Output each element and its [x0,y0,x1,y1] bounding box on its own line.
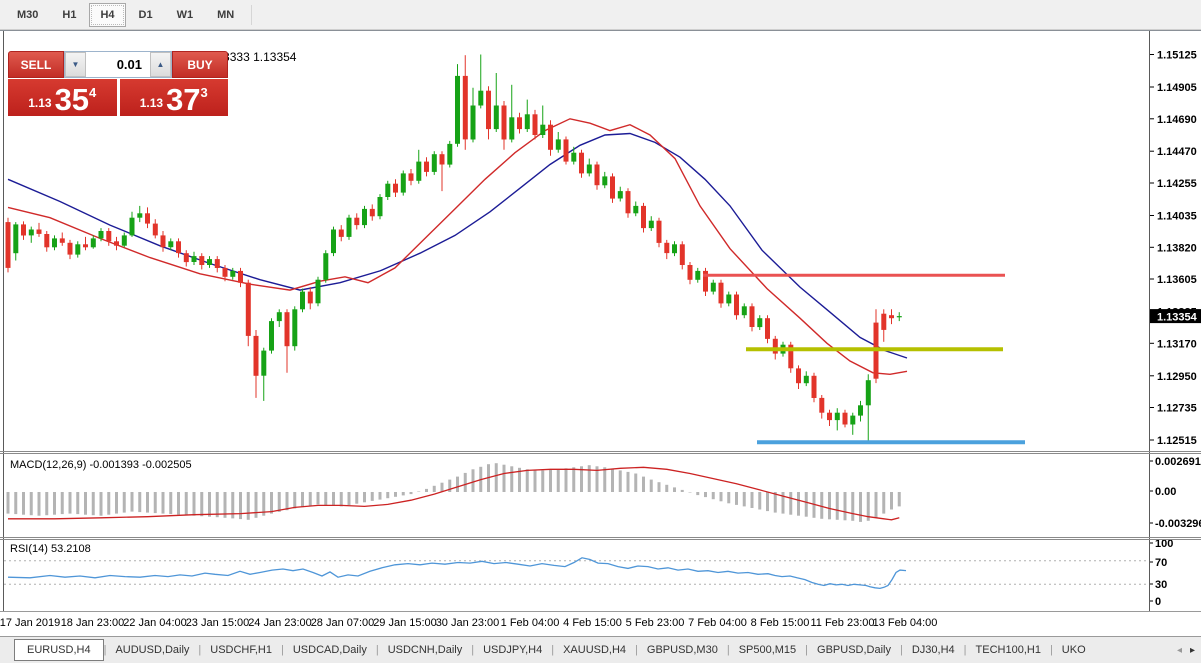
svg-text:70: 70 [1155,557,1167,569]
sell-price-sup: 4 [89,85,96,100]
chart-tab-tech100-h1[interactable]: TECH100,H1 [967,640,1050,660]
svg-text:1.15125: 1.15125 [1157,50,1197,62]
chart-tab-audusd-daily[interactable]: AUDUSD,Daily [106,640,198,660]
one-click-trade-widget: SELL ▼ ▲ BUY 1.13 35 4 1.13 37 3 [8,51,228,116]
svg-text:8 Feb 15:00: 8 Feb 15:00 [751,617,810,629]
price-axis: 1.15125 1.14905 1.14690 1.14470 1.14255 1.140… [1149,50,1201,447]
svg-text:4 Feb 15:00: 4 Feb 15:00 [563,617,622,629]
svg-text:1.14690: 1.14690 [1157,114,1197,126]
buy-price-sup: 3 [201,85,208,100]
tab-scroll-arrows: ◂ ▸ [1177,645,1195,656]
chart-tab-sp500-m15[interactable]: SP500,M15 [730,640,805,660]
svg-text:22 Jan 04:00: 22 Jan 04:00 [123,617,187,629]
lot-increase-button[interactable]: ▲ [150,52,171,77]
rsi-line [8,558,906,589]
chart-tab-gbpusd-m30[interactable]: GBPUSD,M30 [638,640,727,660]
time-axis-border [0,611,1201,612]
macd-indicator-label: MACD(12,26,9) -0.001393 -0.002505 [10,459,192,471]
chart-tab-usdcnh-daily[interactable]: USDCNH,Daily [379,640,472,660]
scroll-left-icon[interactable]: ◂ [1177,645,1182,656]
chart-tab-uko[interactable]: UKO [1053,640,1095,660]
chart-tab-usdjpy-h4[interactable]: USDJPY,H4 [474,640,551,660]
lot-size-input[interactable] [86,52,150,77]
chart-tab-gbpusd-daily[interactable]: GBPUSD,Daily [808,640,900,660]
chevron-down-icon: ▼ [72,60,80,69]
svg-text:30: 30 [1155,579,1167,591]
panel-separator[interactable] [0,451,1201,452]
svg-text:1.13820: 1.13820 [1157,242,1197,254]
panel-separator[interactable] [0,453,1201,454]
chart-tab-eurusd-h4[interactable]: EURUSD,H4 [14,639,104,661]
svg-text:1.12950: 1.12950 [1157,371,1197,383]
svg-text:0.002691: 0.002691 [1155,456,1201,468]
svg-text:1.14255: 1.14255 [1157,178,1197,190]
svg-text:1.13605: 1.13605 [1157,274,1197,286]
chevron-up-icon: ▲ [157,60,165,69]
svg-text:28 Jan 07:00: 28 Jan 07:00 [311,617,375,629]
svg-text:-0.003296: -0.003296 [1155,518,1201,530]
macd-signal-line [8,467,899,520]
svg-text:29 Jan 15:00: 29 Jan 15:00 [373,617,437,629]
svg-text:0.00: 0.00 [1155,486,1176,498]
sell-button[interactable]: SELL [8,51,64,78]
svg-text:1 Feb 04:00: 1 Feb 04:00 [501,617,560,629]
svg-text:1.14905: 1.14905 [1157,82,1197,94]
sell-price-tile[interactable]: 1.13 35 4 [8,79,117,116]
buy-price-big: 37 [166,87,200,113]
svg-text:24 Jan 23:00: 24 Jan 23:00 [248,617,312,629]
ma-fast-line [8,119,907,374]
scroll-right-icon[interactable]: ▸ [1190,645,1195,656]
svg-text:7 Feb 04:00: 7 Feb 04:00 [688,617,747,629]
ma-slow-line [8,134,907,359]
buy-price-tile[interactable]: 1.13 37 3 [120,79,229,116]
chart-tab-bar: EURUSD,H4|AUDUSD,Daily|USDCHF,H1|USDCAD,… [0,636,1201,663]
chart-tabs: EURUSD,H4|AUDUSD,Daily|USDCHF,H1|USDCAD,… [0,639,1095,661]
lot-size-spinner: ▼ ▲ [64,51,172,78]
svg-text:18 Jan 23:00: 18 Jan 23:00 [61,617,125,629]
chart-tab-xauusd-h4[interactable]: XAUUSD,H4 [554,640,635,660]
svg-text:1.13354: 1.13354 [1157,312,1198,324]
sell-price-prefix: 1.13 [28,96,51,110]
svg-text:13 Feb 04:00: 13 Feb 04:00 [873,617,938,629]
svg-text:11 Feb 23:00: 11 Feb 23:00 [810,617,874,629]
lot-decrease-button[interactable]: ▼ [65,52,86,77]
time-axis: 17 Jan 201918 Jan 23:0022 Jan 04:0023 Ja… [0,617,937,629]
chart-tab-usdchf-h1[interactable]: USDCHF,H1 [201,640,281,660]
buy-price-prefix: 1.13 [140,96,163,110]
svg-text:1.12515: 1.12515 [1157,435,1197,447]
rsi-indicator-label: RSI(14) 53.2108 [10,543,91,555]
svg-text:30 Jan 23:00: 30 Jan 23:00 [436,617,500,629]
buy-button[interactable]: BUY [172,51,228,78]
chart-tab-dj30-h4[interactable]: DJ30,H4 [903,640,964,660]
rsi-panel: 10070300 [4,538,1173,608]
panel-separator[interactable] [0,539,1201,540]
svg-text:5 Feb 23:00: 5 Feb 23:00 [626,617,685,629]
price-axis-border [1149,31,1150,611]
svg-text:1.12735: 1.12735 [1157,403,1197,415]
chart-tab-usdcad-daily[interactable]: USDCAD,Daily [284,640,376,660]
svg-text:1.13170: 1.13170 [1157,338,1197,350]
svg-text:0: 0 [1155,596,1161,608]
svg-text:17 Jan 2019: 17 Jan 2019 [0,617,60,629]
svg-text:1.14470: 1.14470 [1157,146,1197,158]
sell-price-big: 35 [55,87,89,113]
chart-left-border [3,31,4,611]
panel-separator[interactable] [0,537,1201,538]
svg-text:23 Jan 15:00: 23 Jan 15:00 [186,617,250,629]
svg-text:1.14035: 1.14035 [1157,210,1197,222]
